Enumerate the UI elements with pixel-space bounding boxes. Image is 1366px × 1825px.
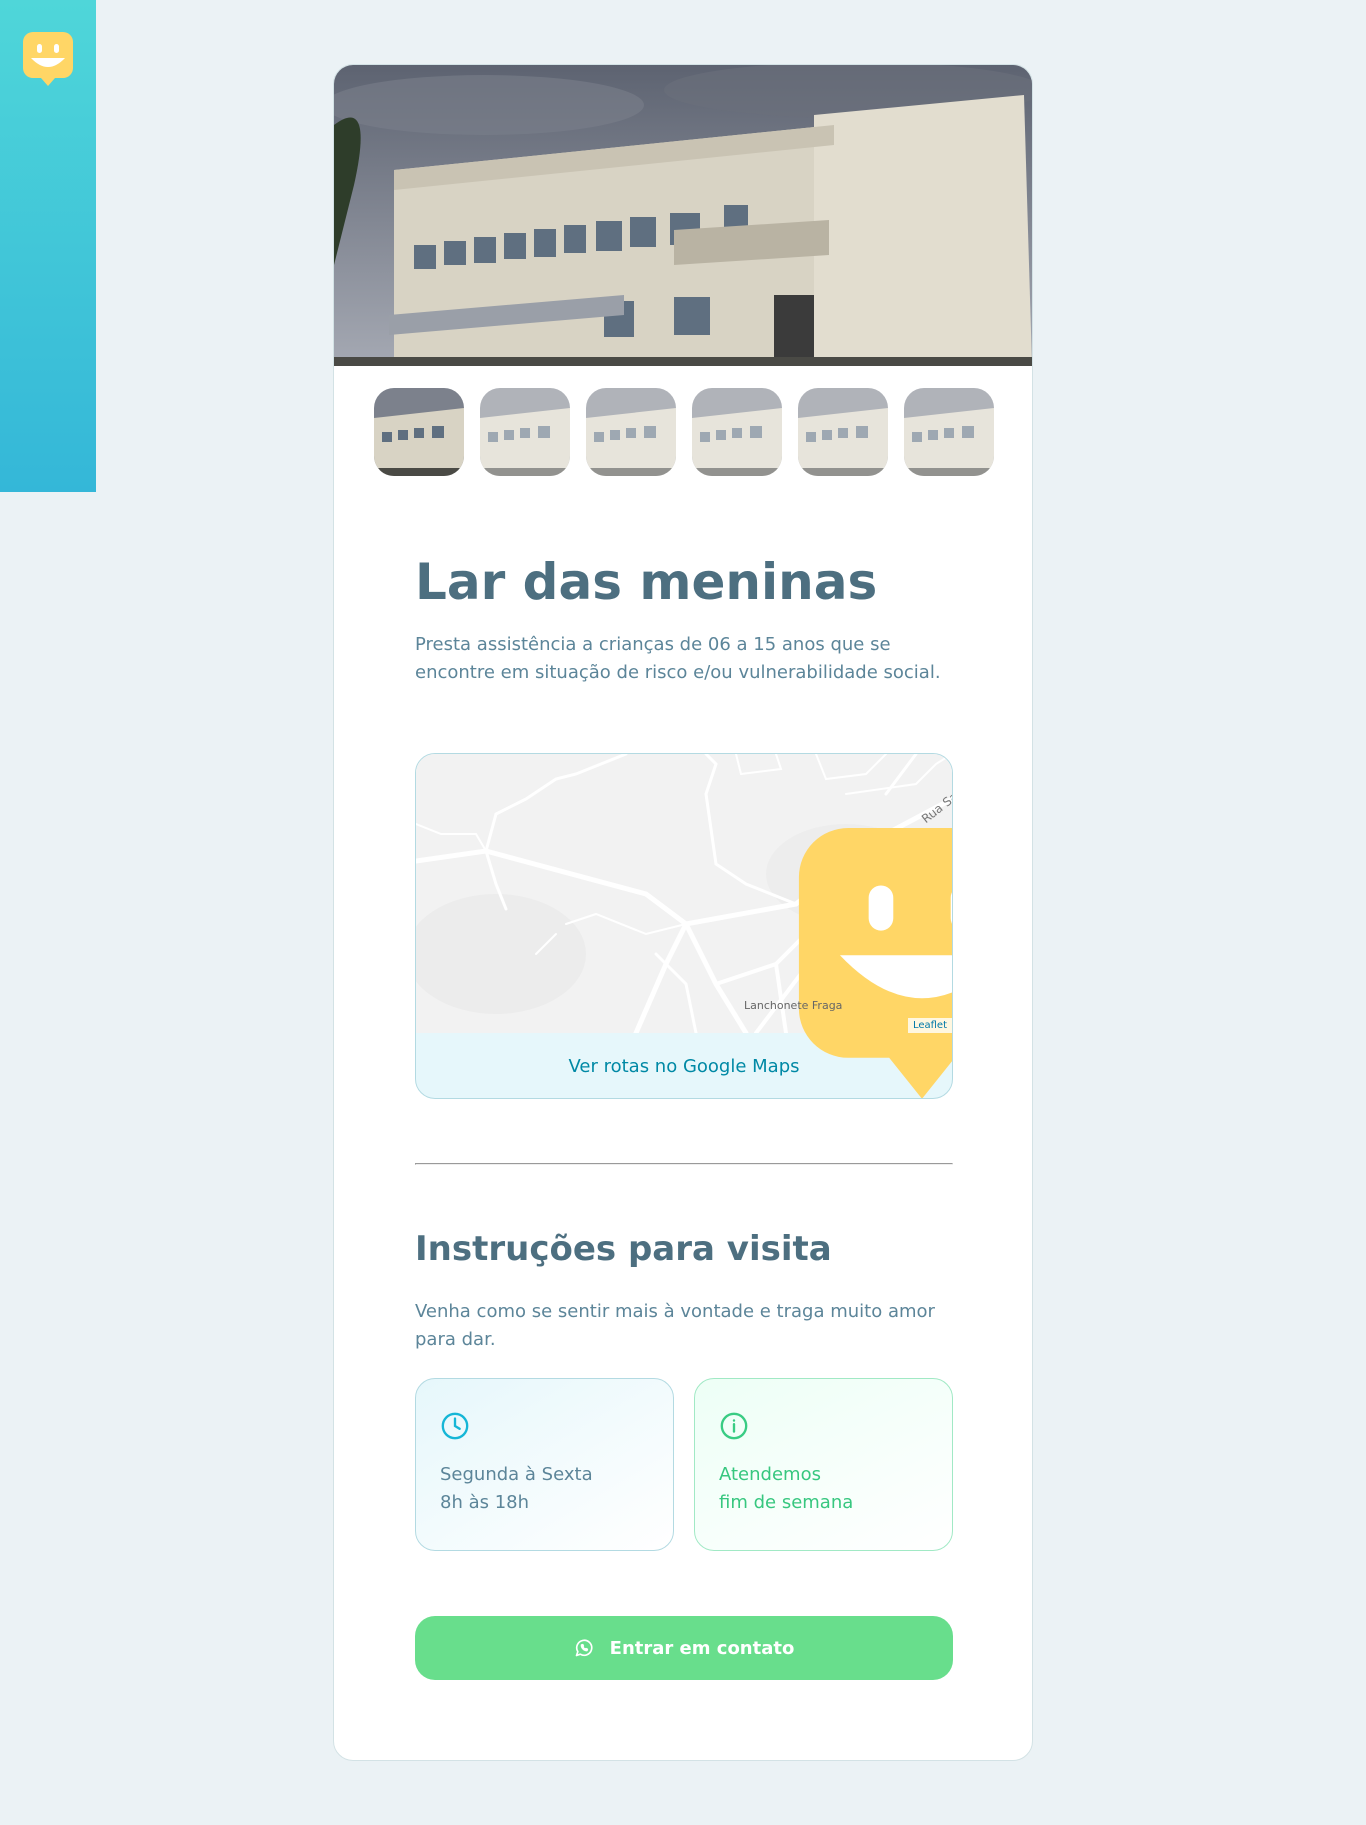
photo-thumbnail[interactable] [586,388,676,476]
orphanage-main-photo [334,65,1032,366]
visit-instructions-text: Venha como se sentir mais à vontade e tr… [415,1301,935,1350]
section-divider [415,1163,953,1165]
map-view[interactable]: Rua Sa Lanchonete Fraga Leaflet [416,754,952,1098]
weekend-card: Atendemos fim de semana [694,1378,953,1551]
weekend-line-2: fim de semana [719,1492,854,1513]
info-icon [720,1412,748,1440]
opening-hours: 8h às 18h [440,1492,530,1513]
photo-thumbnail-active[interactable] [374,388,464,476]
opening-hours-card: Segunda à Sexta 8h às 18h [415,1378,674,1551]
orphanage-description: Presta assistência a crianças de 06 a 15… [415,634,941,683]
photo-thumbnail[interactable] [692,388,782,476]
photo-thumbnail[interactable] [904,388,994,476]
happy-logo-icon[interactable] [23,32,73,88]
page-title: Lar das meninas [415,553,878,611]
visit-instructions-title: Instruções para visita [415,1229,832,1269]
photo-thumbnail[interactable] [798,388,888,476]
opening-days: Segunda à Sexta [440,1464,593,1485]
contact-button[interactable]: Entrar em contato [415,1616,953,1680]
sidebar [0,0,96,492]
weekend-line-1: Atendemos [719,1464,821,1485]
clock-icon [441,1412,469,1440]
whatsapp-icon [575,1639,593,1657]
contact-button-label: Entrar em contato [609,1637,795,1659]
map-attribution-link[interactable]: Leaflet [907,1018,952,1033]
orphanage-details-card: Lar das meninas Presta assistência a cri… [333,64,1033,1761]
map-container: Rua Sa Lanchonete Fraga Leaflet Ver rota… [415,753,953,1099]
photo-thumbnail[interactable] [480,388,570,476]
photo-thumbnails [374,388,994,476]
google-maps-directions-link[interactable]: Ver rotas no Google Maps [416,1033,952,1098]
map-poi-label: Lanchonete Fraga [744,999,843,1012]
